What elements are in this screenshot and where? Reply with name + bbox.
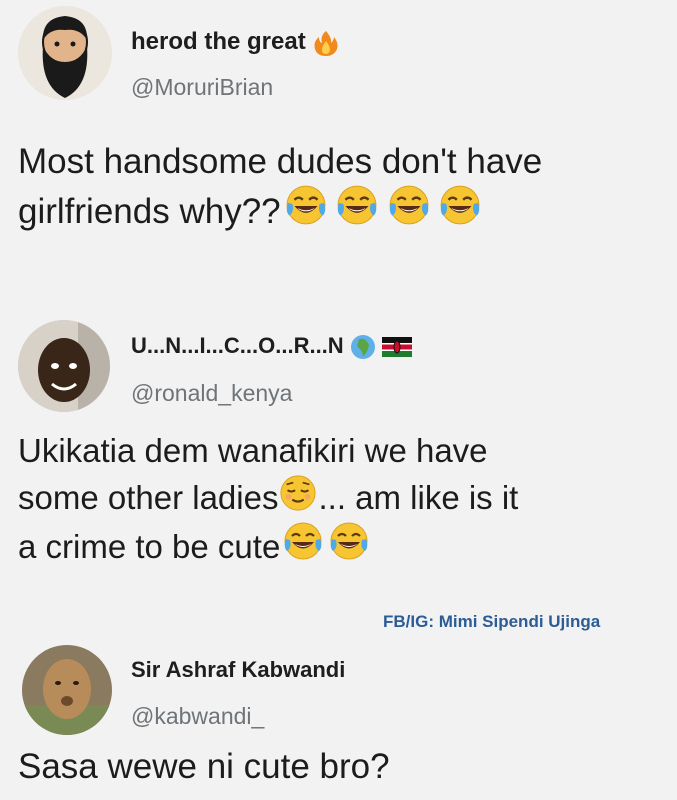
tweet-body-line: Sasa wewe ni cute bro? xyxy=(18,747,390,786)
tweet-kabwandi: Sir Ashraf Kabwandi @kabwandi_ Sasa wewe… xyxy=(0,0,677,800)
tweet-author-handle[interactable]: @kabwandi_ xyxy=(131,703,264,730)
tweet-body: Sasa wewe ni cute bro? xyxy=(18,745,390,789)
lioness-photo-avatar-icon xyxy=(22,645,112,735)
tweet-author-name[interactable]: Sir Ashraf Kabwandi xyxy=(131,657,345,683)
avatar[interactable] xyxy=(22,645,112,735)
